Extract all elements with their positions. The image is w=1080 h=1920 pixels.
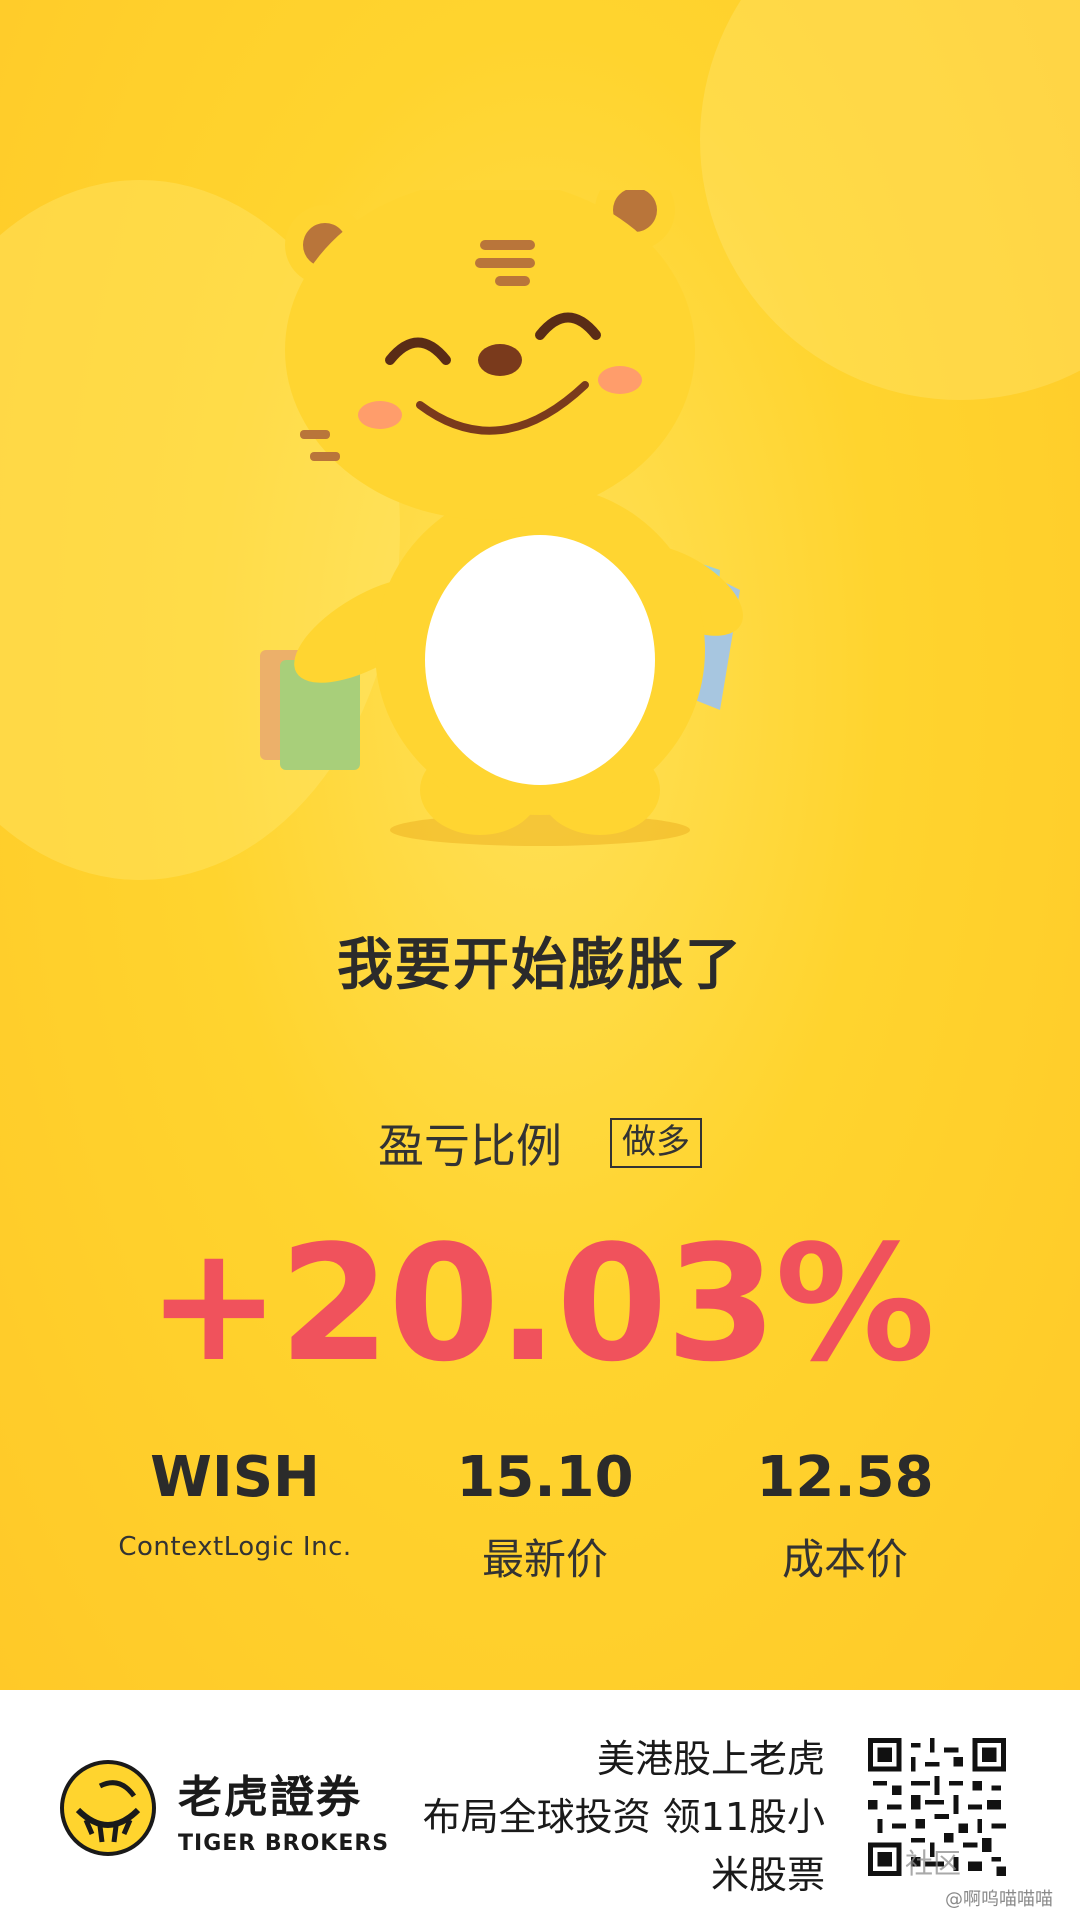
slogan-line: 美港股上老虎 [596,1737,825,1781]
slogan: 美港股上老虎 布局全球投资 领11股小 米股票 [325,1730,825,1904]
author-credit: @啊呜喵喵喵 [945,1889,1053,1910]
position-badge: 做多 [610,1118,702,1168]
profit-ratio-label: 盈亏比例 [378,1119,562,1173]
profit-ratio-row: 盈亏比例 做多 [0,1110,1080,1176]
latest-price-value: 15.10 [456,1445,634,1510]
latest-price-label: 最新价 [481,1535,608,1584]
tiger-brokers-logo-icon [60,1760,156,1856]
ticker: WISH [150,1445,320,1510]
profit-percent: +20.03% [146,1210,935,1397]
stock-identity: WISH ContextLogic Inc. [110,1445,360,1562]
stock-stats: WISH ContextLogic Inc. 15.10 最新价 12.58 成… [0,1445,1080,1595]
latest-price-stat: 15.10 最新价 [420,1445,670,1587]
cost-price-label: 成本价 [781,1535,908,1584]
slogan-line: 米股票 [710,1853,825,1897]
cost-price-stat: 12.58 成本价 [720,1445,970,1587]
footer: 老虎證券 TIGER BROKERS 美港股上老虎 布局全球投资 领11股小 米… [0,1690,1080,1920]
company-name: ContextLogic Inc. [118,1532,352,1562]
slogan-line: 布局全球投资 领11股小 [422,1795,825,1839]
tiger-mascot-illustration [240,170,840,850]
share-poster: 我要开始膨胀了 盈亏比例 做多 +20.03% WISH ContextLogi… [0,0,1080,1690]
watermark: 社区 [905,1847,962,1880]
headline: 我要开始膨胀了 [337,933,743,998]
cost-price-value: 12.58 [756,1445,934,1510]
